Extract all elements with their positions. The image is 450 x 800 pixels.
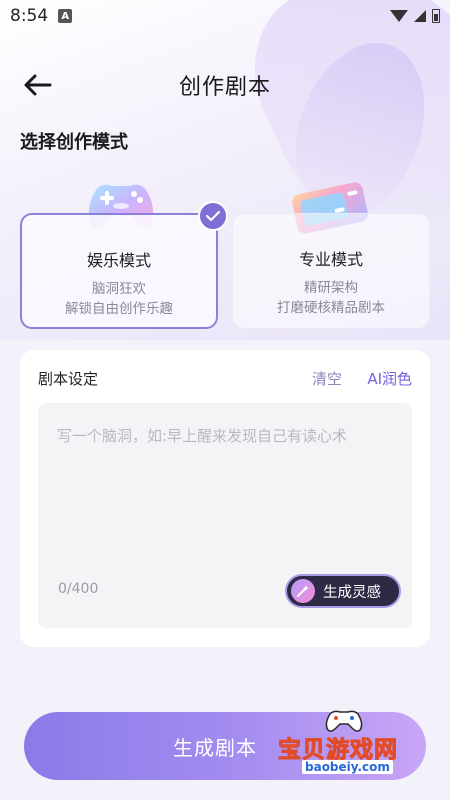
inspire-label: 生成灵感 — [323, 584, 381, 601]
mode-title: 娱乐模式 — [86, 251, 151, 270]
char-count: 0/400 — [58, 581, 99, 597]
status-time: 8:54 — [10, 6, 49, 26]
mode-desc-line: 解锁自由创作乐趣 — [65, 301, 173, 317]
mode-card-entertainment[interactable]: 娱乐模式 脑洞狂欢 解锁自由创作乐趣 — [20, 201, 228, 329]
page-title: 创作剧本 — [178, 75, 271, 100]
generate-inspiration-button[interactable]: 生成灵感 — [285, 574, 401, 608]
notification-icon: A — [58, 9, 73, 23]
clear-button[interactable]: 清空 — [312, 368, 342, 389]
wand-glyph — [297, 585, 309, 597]
mode-title: 专业模式 — [298, 250, 363, 269]
battery-icon — [432, 9, 440, 23]
watermark-logo: 宝贝游戏网 baobeiy.com — [272, 710, 442, 780]
mode-description: 精研架构 打磨硬核精品剧本 — [233, 278, 429, 318]
mode-section-title: 选择创作模式 — [20, 132, 128, 153]
mode-desc-line: 脑洞狂欢 — [92, 281, 146, 297]
status-bar: 8:54 A — [0, 0, 450, 32]
watermark-text: 宝贝游戏网 — [278, 737, 398, 764]
script-settings-panel: 剧本设定 清空 AI润色 0/400 生成灵感 — [20, 350, 430, 647]
status-icons — [390, 9, 440, 23]
selected-check-badge — [198, 201, 228, 231]
back-arrow-icon — [24, 74, 52, 96]
page-header: 创作剧本 — [0, 62, 450, 108]
generate-label: 生成剧本 — [173, 735, 257, 760]
back-button[interactable] — [22, 70, 54, 100]
ai-polish-button[interactable]: AI润色 — [367, 368, 412, 389]
signal-icon — [414, 10, 426, 22]
mode-desc-line: 精研架构 — [304, 280, 358, 296]
check-icon — [206, 210, 220, 222]
mode-card-professional[interactable]: 专业模式 精研架构 打磨硬核精品剧本 — [232, 213, 430, 329]
magic-wand-icon — [291, 579, 315, 603]
mode-description: 脑洞狂欢 解锁自由创作乐趣 — [22, 279, 216, 319]
panel-title: 剧本设定 — [38, 370, 99, 388]
wifi-icon — [390, 10, 408, 22]
watermark-url: baobeiy.com — [302, 760, 393, 774]
mode-desc-line: 打磨硬核精品剧本 — [277, 300, 385, 316]
